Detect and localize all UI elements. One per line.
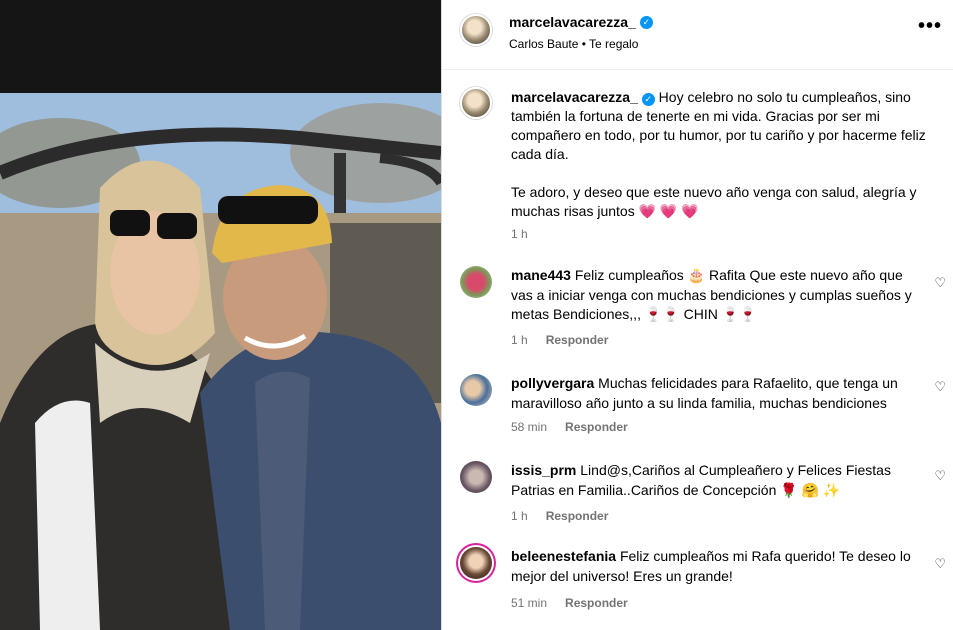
commenter-avatar[interactable] [460, 461, 492, 493]
caption-paragraph-2: Te adoro, y deseo que este nuevo año ven… [511, 183, 936, 221]
comment-text-block: beleenestefania Feliz cumpleaños mi Rafa… [511, 547, 921, 586]
reply-button[interactable]: Responder [546, 509, 609, 523]
like-heart-icon[interactable]: ♡ [934, 379, 946, 395]
comment-time[interactable]: 1 h [511, 333, 528, 347]
author-name-row: marcelavacarezza_ ✓ [509, 14, 653, 30]
verified-badge-icon: ✓ [641, 93, 655, 106]
post-caption: marcelavacarezza_ ✓ Hoy celebro no solo … [511, 88, 936, 240]
reply-button[interactable]: Responder [546, 333, 609, 347]
post-header: marcelavacarezza_ ✓ Carlos Baute • Te re… [442, 0, 953, 70]
author-username[interactable]: marcelavacarezza_ [509, 14, 636, 30]
comment-meta: 1 h Responder [511, 509, 608, 523]
caption-author-avatar[interactable] [460, 87, 492, 119]
author-avatar[interactable] [460, 14, 492, 46]
more-options-icon[interactable]: ••• [918, 16, 942, 36]
commenter-avatar[interactable] [460, 266, 492, 298]
audio-label[interactable]: Carlos Baute • Te regalo [509, 37, 638, 51]
like-heart-icon[interactable]: ♡ [934, 275, 946, 291]
post-details-panel: marcelavacarezza_ ✓ Carlos Baute • Te re… [441, 0, 953, 630]
comment-time[interactable]: 1 h [511, 509, 528, 523]
comment-text-block: mane443 Feliz cumpleaños 🎂 Rafita Que es… [511, 266, 921, 325]
reply-button[interactable]: Responder [565, 596, 628, 610]
caption-author-username[interactable]: marcelavacarezza_ [511, 89, 638, 105]
caption-timestamp[interactable]: 1 h [511, 227, 528, 241]
comment-meta: 58 min Responder [511, 420, 628, 434]
comment-text-block: issis_prm Lind@s,Cariños al Cumpleañero … [511, 461, 921, 500]
photo-illustration [0, 93, 441, 630]
caption-text-2: Te adoro, y deseo que este nuevo año ven… [511, 184, 917, 219]
comment-text-block: pollyvergara Muchas felicidades para Raf… [511, 374, 921, 413]
comment-time[interactable]: 51 min [511, 596, 547, 610]
caption-timestamp-row: 1 h [511, 227, 528, 241]
comment-body: Feliz cumpleaños 🎂 Rafita Que este nuevo… [511, 267, 912, 322]
heart-emoji-icons: 💗 💗 💗 [638, 203, 699, 219]
like-heart-icon[interactable]: ♡ [934, 468, 946, 484]
commenter-username[interactable]: mane443 [511, 267, 571, 283]
post-media [0, 0, 441, 630]
commenter-username[interactable]: issis_prm [511, 462, 576, 478]
commenter-avatar[interactable] [460, 547, 492, 579]
commenter-username[interactable]: beleenestefania [511, 548, 616, 564]
commenter-avatar[interactable] [460, 374, 492, 406]
post-photo[interactable] [0, 93, 441, 630]
caption-paragraph-1: marcelavacarezza_ ✓ Hoy celebro no solo … [511, 88, 936, 164]
verified-badge-icon: ✓ [639, 15, 653, 29]
commenter-username[interactable]: pollyvergara [511, 375, 594, 391]
like-heart-icon[interactable]: ♡ [934, 556, 946, 572]
comment-time[interactable]: 58 min [511, 420, 547, 434]
reply-button[interactable]: Responder [565, 420, 628, 434]
comment-meta: 1 h Responder [511, 333, 608, 347]
comment-meta: 51 min Responder [511, 596, 628, 610]
